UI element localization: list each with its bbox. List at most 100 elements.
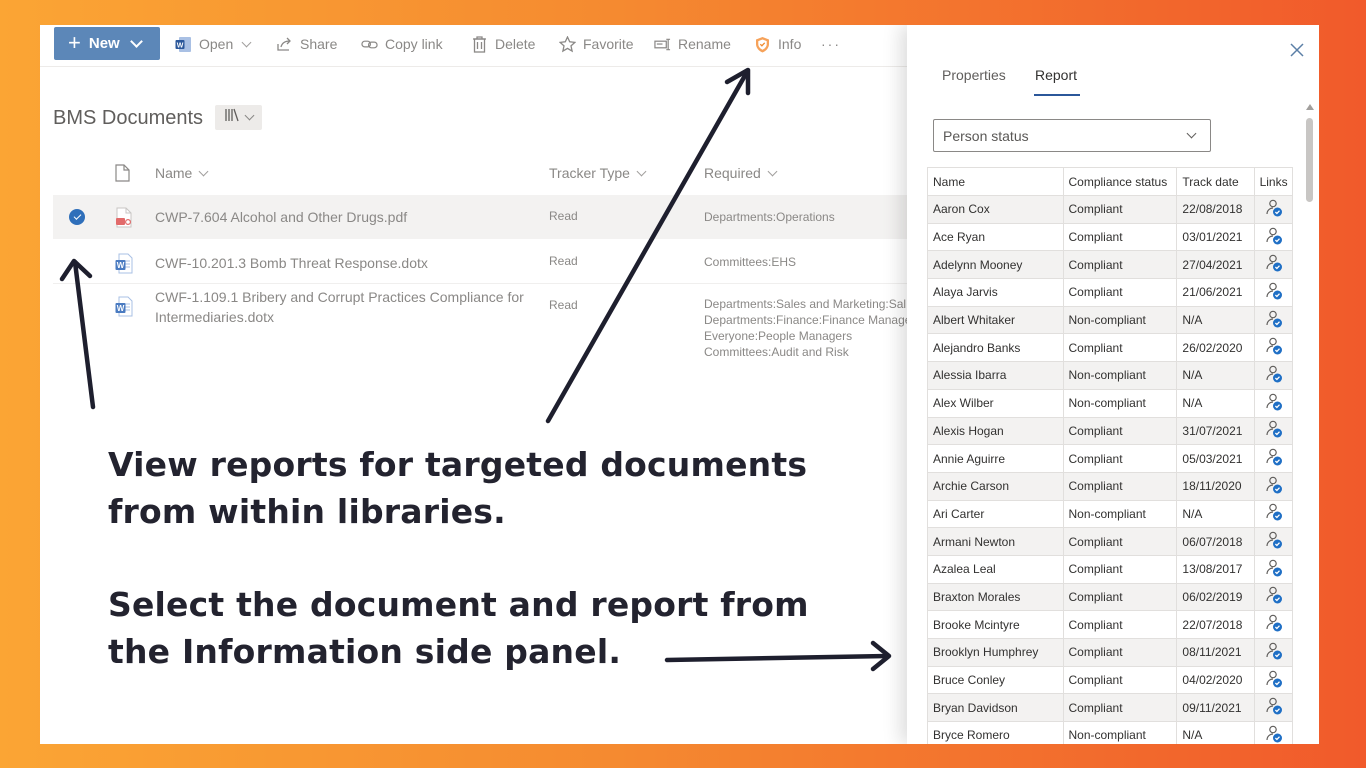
person-link-icon[interactable] (1254, 416, 1293, 446)
table-row: Bruce Conley Compliant 04/02/2020 (927, 665, 1293, 695)
table-row: Bryce Romero Non-compliant N/A (927, 721, 1293, 744)
document-row[interactable]: W CWF-10.201.3 Bomb Threat Response.dotx… (53, 240, 907, 284)
document-name[interactable]: CWF-1.109.1 Bribery and Corrupt Practice… (155, 287, 535, 327)
person-link-icon[interactable] (1254, 499, 1293, 529)
file-type-column-header[interactable] (115, 164, 130, 185)
person-link-icon[interactable] (1254, 638, 1293, 667)
word-file-icon: W (115, 296, 133, 317)
document-icon (115, 164, 130, 185)
copy-link-button[interactable]: Copy link (361, 32, 443, 56)
name-column-header[interactable]: Name (155, 165, 209, 181)
person-name: Brooke Mcintyre (927, 610, 1064, 639)
document-name[interactable]: CWF-10.201.3 Bomb Threat Response.dotx (155, 253, 535, 273)
panel-scrollbar[interactable] (1305, 101, 1315, 744)
person-link-icon[interactable] (1254, 278, 1293, 307)
table-body: Aaron Cox Compliant 22/08/2018 Ace Ryan Comp… (927, 195, 1293, 744)
person-link-icon[interactable] (1254, 388, 1293, 418)
scrollbar-thumb[interactable] (1306, 118, 1313, 202)
track-date: 26/02/2020 (1176, 333, 1256, 363)
selected-checkmark-icon[interactable] (69, 209, 85, 225)
person-name: Albert Whitaker (927, 305, 1064, 335)
table-row: Ari Carter Non-compliant N/A (927, 499, 1293, 529)
person-link-icon[interactable] (1254, 665, 1293, 695)
report-type-dropdown[interactable]: Person status (933, 119, 1211, 152)
track-date: N/A (1176, 499, 1256, 529)
person-link-icon[interactable] (1254, 222, 1293, 252)
compliance-status: Compliant (1062, 416, 1178, 446)
close-icon[interactable] (1286, 39, 1308, 61)
table-row: Brooke Mcintyre Compliant 22/07/2018 (927, 610, 1293, 639)
person-link-icon[interactable] (1254, 610, 1293, 639)
document-row[interactable]: CWP-7.604 Alcohol and Other Drugs.pdf Re… (53, 195, 907, 239)
person-name: Bruce Conley (927, 665, 1064, 695)
track-date: 09/11/2021 (1176, 693, 1256, 723)
person-name: Azalea Leal (927, 554, 1064, 584)
table-row: Brooklyn Humphrey Compliant 08/11/2021 (927, 638, 1293, 667)
caption-line: the Information side panel. (108, 632, 622, 671)
document-name[interactable]: CWP-7.604 Alcohol and Other Drugs.pdf (155, 207, 535, 227)
person-link-icon[interactable] (1254, 471, 1293, 501)
svg-text:W: W (117, 261, 125, 270)
person-name: Brooklyn Humphrey (927, 638, 1064, 667)
person-name: Ari Carter (927, 499, 1064, 529)
new-button-label: New (88, 35, 120, 52)
person-link-icon[interactable] (1254, 305, 1293, 335)
copy-link-label: Copy link (385, 36, 443, 52)
required-value: Committees:EHS (704, 255, 797, 269)
tab-properties[interactable]: Properties (942, 67, 1006, 83)
tab-report[interactable]: Report (1035, 67, 1077, 83)
compliance-status: Compliant (1062, 527, 1178, 556)
person-link-icon[interactable] (1254, 582, 1293, 612)
rename-button[interactable]: Rename (654, 32, 731, 56)
person-link-icon[interactable] (1254, 554, 1293, 584)
share-label: Share (300, 36, 338, 52)
person-link-icon[interactable] (1254, 721, 1293, 744)
required-column-header[interactable]: Required (704, 165, 778, 181)
compliance-status-column-header: Compliance status (1062, 167, 1178, 196)
shield-icon (754, 36, 771, 53)
track-date: 18/11/2020 (1176, 471, 1256, 501)
track-date: 05/03/2021 (1176, 444, 1256, 473)
person-link-icon[interactable] (1254, 250, 1293, 280)
person-link-icon[interactable] (1254, 333, 1293, 363)
compliance-status: Compliant (1062, 222, 1178, 252)
library-title: BMS Documents (53, 107, 204, 129)
chevron-down-icon (244, 110, 255, 121)
person-link-icon[interactable] (1254, 527, 1293, 556)
document-row[interactable]: W CWF-1.109.1 Bribery and Corrupt Practi… (53, 285, 907, 365)
favorite-button[interactable]: Favorite (559, 32, 634, 56)
scroll-up-arrow-icon[interactable] (1306, 104, 1314, 110)
more-actions-button[interactable]: ··· (821, 32, 841, 56)
active-tab-indicator (1034, 94, 1080, 96)
track-date: 03/01/2021 (1176, 222, 1256, 252)
open-button[interactable]: W Open (175, 32, 252, 56)
person-link-icon[interactable] (1254, 195, 1293, 224)
person-link-icon[interactable] (1254, 693, 1293, 723)
more-label: ··· (821, 36, 841, 52)
info-side-panel: Properties Report Person status Name Com… (907, 25, 1319, 744)
compliance-status: Compliant (1062, 471, 1178, 501)
compliance-status: Compliant (1062, 250, 1178, 280)
favorite-label: Favorite (583, 36, 634, 52)
info-button[interactable]: Info (754, 32, 801, 56)
person-status-table: Name Compliance status Track date Links … (927, 167, 1293, 744)
person-name: Annie Aguirre (927, 444, 1064, 473)
table-row: Azalea Leal Compliant 13/08/2017 (927, 554, 1293, 584)
pdf-file-icon (115, 207, 133, 228)
view-switcher-button[interactable] (215, 105, 262, 130)
compliance-status: Compliant (1062, 278, 1178, 307)
compliance-status: Non-compliant (1062, 305, 1178, 335)
table-row: Alex Wilber Non-compliant N/A (927, 388, 1293, 418)
track-date: N/A (1176, 305, 1256, 335)
rename-icon (654, 36, 671, 53)
delete-button[interactable]: Delete (471, 32, 535, 56)
new-button[interactable]: + New (54, 27, 160, 60)
person-link-icon[interactable] (1254, 444, 1293, 473)
share-button[interactable]: Share (276, 32, 337, 56)
person-link-icon[interactable] (1254, 361, 1293, 390)
required-value: Departments:Finance:Finance Manage (704, 313, 907, 327)
table-row: Annie Aguirre Compliant 05/03/2021 (927, 444, 1293, 473)
compliance-status: Non-compliant (1062, 721, 1178, 744)
tracker-type-column-header[interactable]: Tracker Type (549, 165, 647, 181)
word-file-icon: W (115, 253, 133, 274)
